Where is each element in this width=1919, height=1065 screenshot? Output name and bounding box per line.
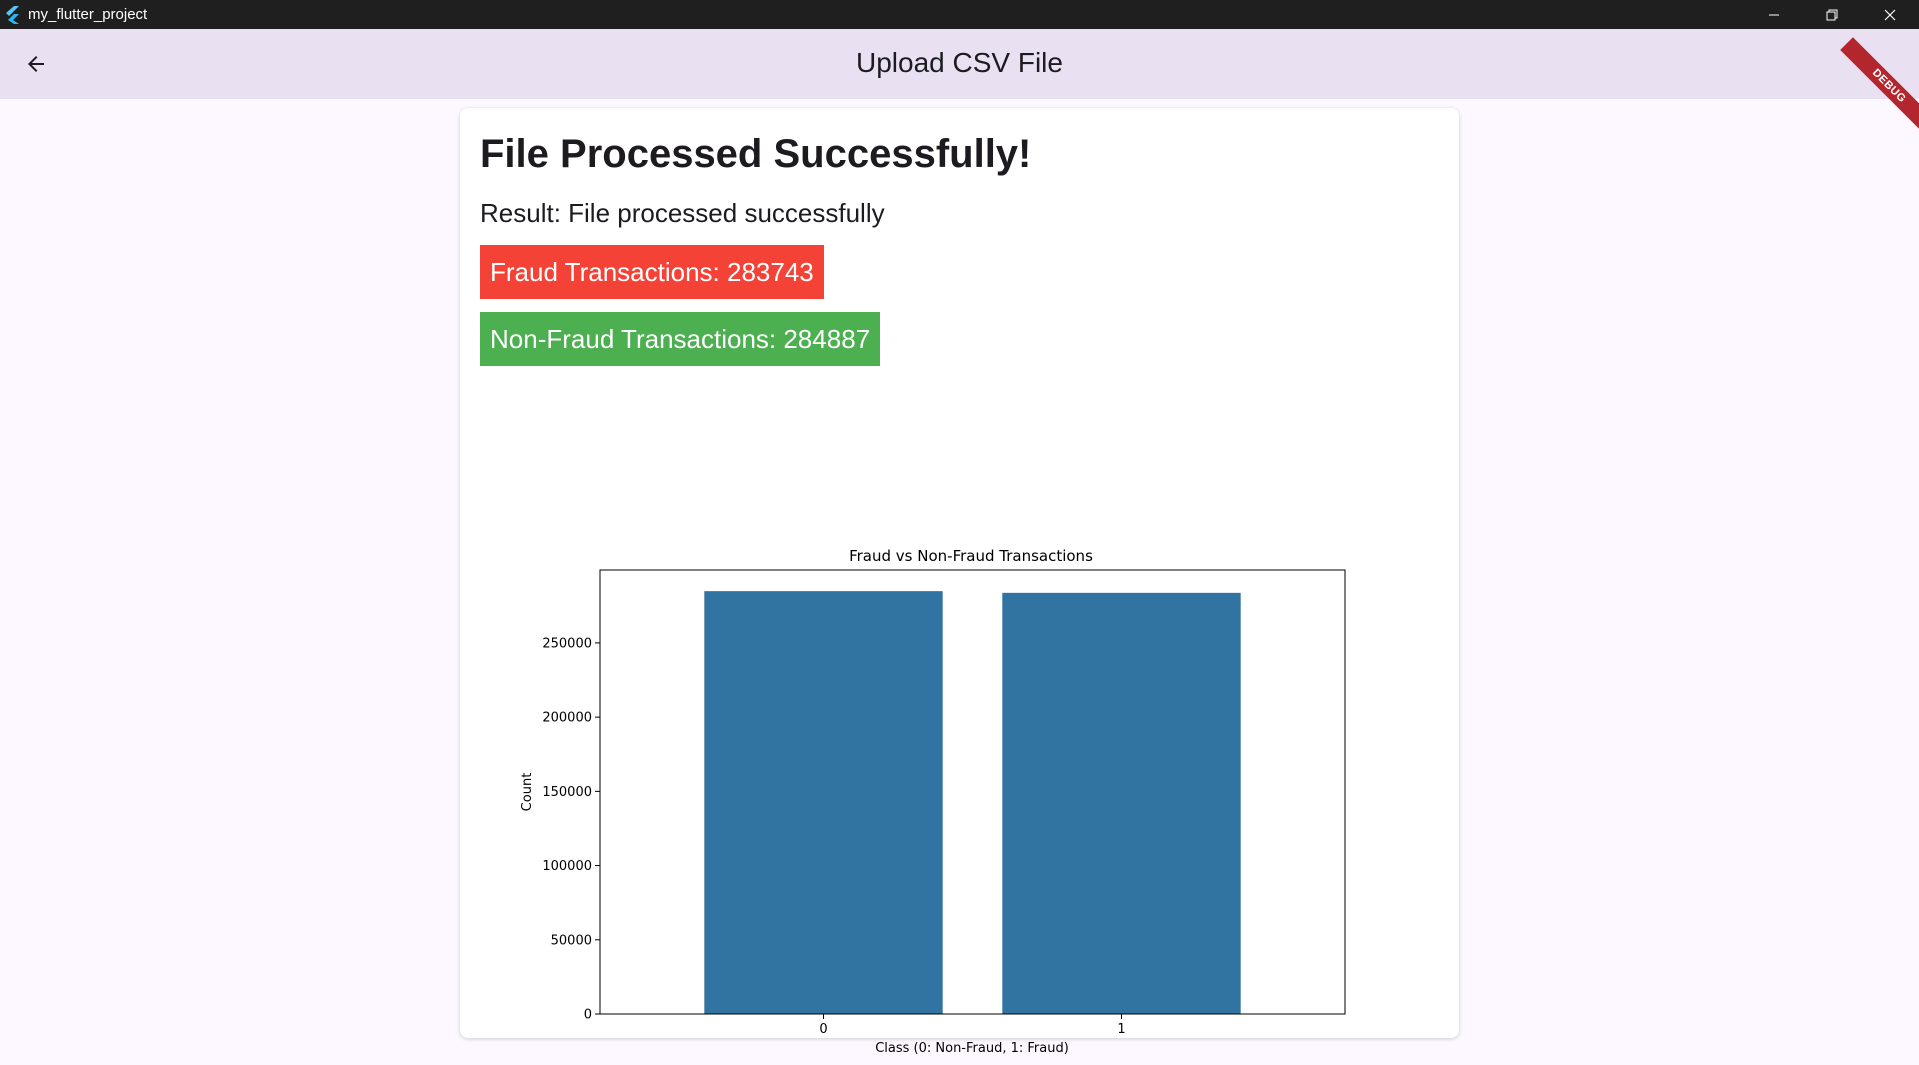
window-title: my_flutter_project: [28, 6, 148, 23]
page-title: Upload CSV File: [856, 47, 1063, 78]
bars-group: [704, 591, 1241, 1014]
success-heading: File Processed Successfully!: [480, 132, 1032, 176]
result-card: File Processed Successfully! Result: Fil…: [460, 108, 1459, 1056]
flutter-icon: [6, 5, 19, 24]
y-tick-label: 150000: [542, 785, 592, 800]
bar-1: [1002, 592, 1241, 1014]
y-axis: 0 50000 100000 150000 200000 250000: [542, 636, 600, 1023]
minimize-icon: [1769, 14, 1779, 15]
minimize-button[interactable]: [1745, 0, 1803, 29]
window-controls: [1745, 0, 1919, 29]
chart-title: Fraud vs Non-Fraud Transactions: [849, 547, 1093, 565]
y-tick-label: 100000: [542, 859, 592, 874]
x-axis-label: Class (0: Non-Fraud, 1: Fraud): [875, 1041, 1069, 1056]
restore-button[interactable]: [1803, 0, 1861, 29]
app-bar: Upload CSV File DEBUG: [0, 29, 1919, 135]
y-tick-label: 0: [584, 1008, 592, 1023]
x-tick-label: 0: [819, 1022, 827, 1037]
restore-icon: [1826, 9, 1838, 20]
x-tick-label: 1: [1117, 1022, 1125, 1037]
y-tick-label: 50000: [551, 933, 592, 948]
fraud-count-badge: Fraud Transactions: 283743: [480, 245, 824, 299]
x-axis: 01: [819, 1014, 1126, 1037]
y-tick-label: 200000: [542, 711, 592, 726]
window-titlebar: my_flutter_project: [0, 0, 1919, 29]
chart-svg: Fraud vs Non-Fraud Transactions 05000010…: [520, 547, 1346, 1056]
bar-0: [704, 591, 943, 1014]
result-text: Result: File processed successfully: [480, 198, 885, 228]
y-axis-label: Count: [520, 773, 535, 812]
bar-chart: Fraud vs Non-Fraud Transactions 0 50000 10…: [496, 420, 1376, 1060]
nonfraud-count-badge: Non-Fraud Transactions: 284887: [480, 312, 881, 366]
close-icon: [1884, 9, 1896, 20]
close-button[interactable]: [1861, 0, 1919, 29]
y-tick-label: 250000: [542, 636, 592, 651]
